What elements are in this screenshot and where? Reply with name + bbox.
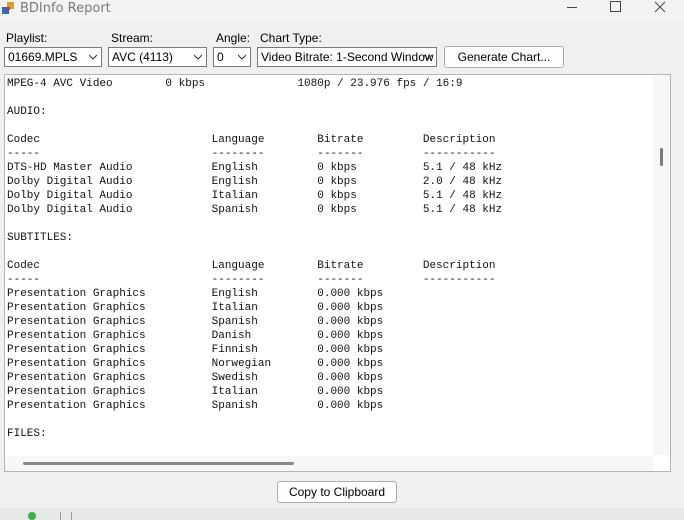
stream-value: AVC (4113) <box>112 50 173 64</box>
background-strip <box>0 508 684 520</box>
angle-select[interactable]: 0 <box>213 47 251 67</box>
playlist-value: 01669.MPLS <box>8 50 78 64</box>
maximize-icon <box>610 1 621 12</box>
report-line: Dolby Digital Audio Italian 0 kbps 5.1 /… <box>7 190 503 202</box>
chevron-down-icon <box>238 54 246 60</box>
report-line: Dolby Digital Audio Spanish 0 kbps 5.1 /… <box>7 204 503 216</box>
title-bar: BDInfo Report <box>0 0 684 20</box>
generate-chart-button[interactable]: Generate Chart... <box>444 46 564 68</box>
chevron-down-icon <box>194 54 202 60</box>
report-line: ----- -------- ------- ----------- <box>7 148 496 160</box>
divider <box>60 512 61 520</box>
report-line: Presentation Graphics Italian 0.000 kbps <box>7 386 384 398</box>
report-line: Presentation Graphics Finnish 0.000 kbps <box>7 344 384 356</box>
horizontal-scrollbar[interactable] <box>5 456 653 471</box>
chevron-down-icon <box>89 54 97 60</box>
stream-label: Stream: <box>111 31 154 45</box>
divider <box>71 512 72 520</box>
report-line: AUDIO: <box>7 106 47 118</box>
chevron-down-icon <box>424 54 432 60</box>
report-line: Presentation Graphics Spanish 0.000 kbps <box>7 400 384 412</box>
report-line: Presentation Graphics Swedish 0.000 kbps <box>7 372 384 384</box>
report-line: Presentation Graphics Norwegian 0.000 kb… <box>7 358 384 370</box>
report-line: Presentation Graphics Spanish 0.000 kbps <box>7 316 384 328</box>
report-line: Dolby Digital Audio English 0 kbps 2.0 /… <box>7 176 503 188</box>
minimize-button[interactable] <box>550 0 594 16</box>
chart-type-value: Video Bitrate: 1-Second Window <box>261 50 434 64</box>
report-line: SUBTITLES: <box>7 232 74 244</box>
angle-value: 0 <box>217 50 224 64</box>
report-line: FILES: <box>7 428 47 440</box>
report-line: MPEG-4 AVC Video 0 kbps 1080p / 23.976 f… <box>7 78 463 90</box>
bdinfo-app-icon <box>2 2 14 14</box>
report-textbox[interactable]: MPEG-4 AVC Video 0 kbps 1080p / 23.976 f… <box>4 74 671 472</box>
chart-type-select[interactable]: Video Bitrate: 1-Second Window <box>257 47 437 67</box>
report-line: Codec Language Bitrate Description <box>7 134 496 146</box>
report-line: DTS-HD Master Audio English 0 kbps 5.1 /… <box>7 162 503 174</box>
close-icon <box>654 1 666 13</box>
report-text: MPEG-4 AVC Video 0 kbps 1080p / 23.976 f… <box>7 77 653 441</box>
report-line: ----- -------- ------- ----------- <box>7 274 496 286</box>
window-title: BDInfo Report <box>20 1 111 16</box>
minimize-icon <box>567 7 577 8</box>
report-line: Codec Language Bitrate Description <box>7 260 496 272</box>
report-line: Presentation Graphics Italian 0.000 kbps <box>7 302 384 314</box>
playlist-select[interactable]: 01669.MPLS <box>4 47 102 67</box>
report-line: Presentation Graphics English 0.000 kbps <box>7 288 384 300</box>
angle-label: Angle: <box>216 31 251 45</box>
vertical-scroll-thumb[interactable] <box>660 148 663 166</box>
playlist-label: Playlist: <box>6 31 48 45</box>
copy-to-clipboard-button[interactable]: Copy to Clipboard <box>277 481 397 503</box>
chart-type-label: Chart Type: <box>260 31 322 45</box>
stream-select[interactable]: AVC (4113) <box>108 47 207 67</box>
report-line: Presentation Graphics Danish 0.000 kbps <box>7 330 384 342</box>
vertical-scrollbar[interactable] <box>653 75 670 455</box>
close-button[interactable] <box>640 0 684 16</box>
maximize-button[interactable] <box>596 0 640 16</box>
status-indicator-icon <box>28 512 36 520</box>
horizontal-scroll-thumb[interactable] <box>23 462 294 465</box>
